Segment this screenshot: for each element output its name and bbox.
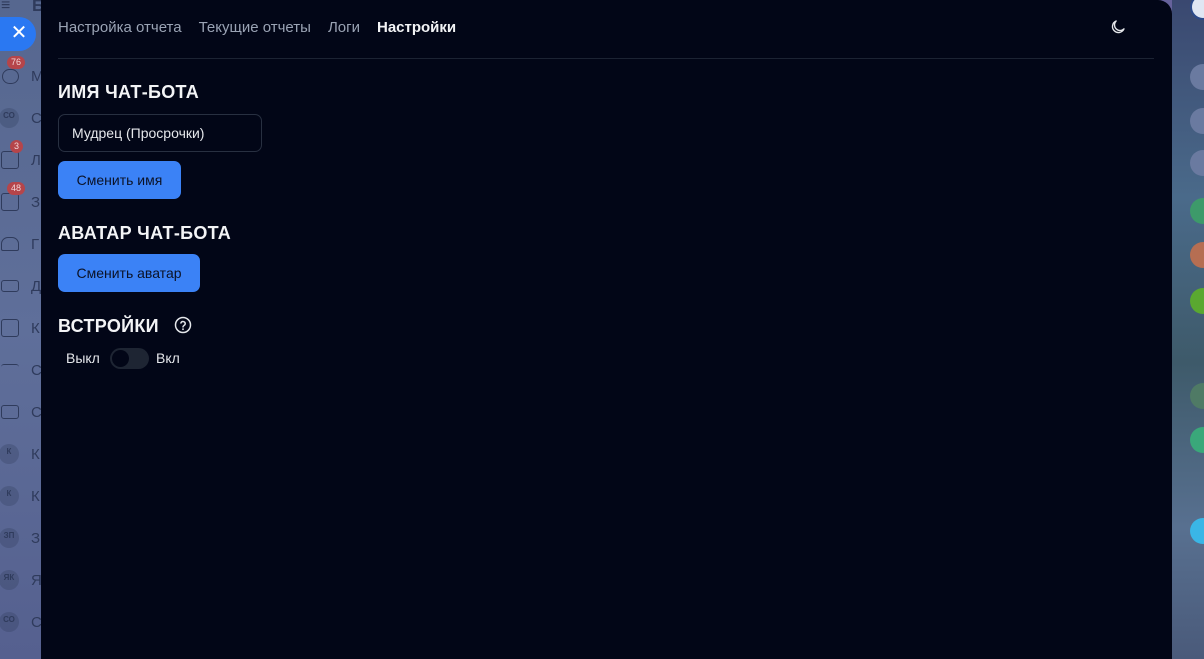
bot-name-input[interactable] [58, 114, 262, 152]
sidebar-item-messages[interactable]: 76 М [0, 56, 44, 92]
toggle-on-label: Вкл [156, 350, 180, 366]
sidebar-item-contact[interactable]: СО С [0, 610, 42, 638]
bot-avatar-title: АВАТАР ЧАТ-БОТА [58, 223, 232, 243]
tab-current-reports[interactable]: Текущие отчеты [199, 19, 311, 39]
tab-report-setup[interactable]: Настройка отчета [58, 19, 182, 39]
tab-bar: Настройка отчета Текущие отчеты Логи Нас… [58, 19, 456, 39]
avatar: ЯК [0, 570, 19, 590]
sidebar-item-label: Г [31, 236, 40, 253]
sidebar-item-contact[interactable]: К К [0, 442, 41, 470]
moon-icon[interactable] [1109, 18, 1127, 36]
cards-icon [1, 405, 19, 419]
sidebar-item-tasks[interactable]: 48 З [0, 182, 41, 218]
sidebar-item-drive[interactable]: Д [0, 274, 41, 302]
tab-settings[interactable]: Настройки [377, 19, 456, 39]
embeds-title: ВСТРОЙКИ [58, 316, 159, 336]
toggle-off-label: Выкл [66, 350, 100, 366]
avatar: К [0, 444, 19, 464]
sidebar-item-cards[interactable]: С [0, 400, 42, 428]
sidebar-item-label: З [31, 530, 41, 547]
embeds-toggle[interactable] [110, 348, 149, 369]
sidebar-item-calendar[interactable]: К [0, 316, 41, 344]
bot-name-title: ИМЯ ЧАТ-БОТА [58, 82, 200, 102]
groups-icon [1, 237, 19, 251]
settings-panel: Настройка отчета Текущие отчеты Логи Нас… [41, 0, 1172, 659]
chat-icon [2, 69, 19, 84]
divider [58, 58, 1154, 59]
help-icon[interactable] [174, 316, 192, 334]
sidebar-item-groups[interactable]: Г [0, 232, 41, 260]
sidebar-badge: 76 [7, 56, 26, 69]
avatar: К [0, 486, 19, 506]
sidebar-item-contact[interactable]: ЗП З [0, 526, 41, 554]
close-button[interactable]: ✕ [0, 17, 36, 51]
drive-icon [1, 280, 19, 292]
background-right-strip [1172, 0, 1204, 659]
sidebar-item-label: З [31, 194, 41, 211]
avatar: ЗП [0, 528, 19, 548]
sidebar-item-contact[interactable]: ЯК Я [0, 568, 42, 596]
tab-logs[interactable]: Логи [328, 19, 360, 39]
menu-icon: ≡ [1, 0, 11, 14]
sidebar-item-feed[interactable]: 3 Л [0, 140, 41, 176]
sidebar-badge: 3 [10, 140, 24, 153]
toggle-knob [112, 350, 129, 367]
sidebar-item-label: Л [31, 152, 41, 169]
sidebar-item-label: К [31, 320, 40, 337]
sidebar-item-label: К [31, 488, 40, 505]
change-avatar-button[interactable]: Сменить аватар [58, 254, 200, 292]
tasks-icon [1, 193, 19, 211]
change-name-button[interactable]: Сменить имя [58, 161, 181, 199]
feed-icon [1, 151, 19, 169]
sidebar-item-contact[interactable]: К К [0, 484, 41, 512]
close-icon: ✕ [10, 22, 28, 44]
avatar: СО [0, 612, 19, 632]
filter-icon [1, 364, 19, 376]
calendar-icon [1, 319, 19, 337]
sidebar-item-filter[interactable]: С [0, 358, 42, 386]
sidebar-item-chat[interactable]: СО С [0, 106, 42, 134]
sidebar-badge: 48 [7, 182, 26, 195]
background-sidebar: ≡ Б 76 М СО С 3 Л 48 З Г Д К С С К К К К… [0, 0, 44, 659]
sidebar-item-label: К [31, 446, 40, 463]
sidebar-item-label: Д [31, 278, 42, 295]
avatar: СО [0, 108, 19, 128]
